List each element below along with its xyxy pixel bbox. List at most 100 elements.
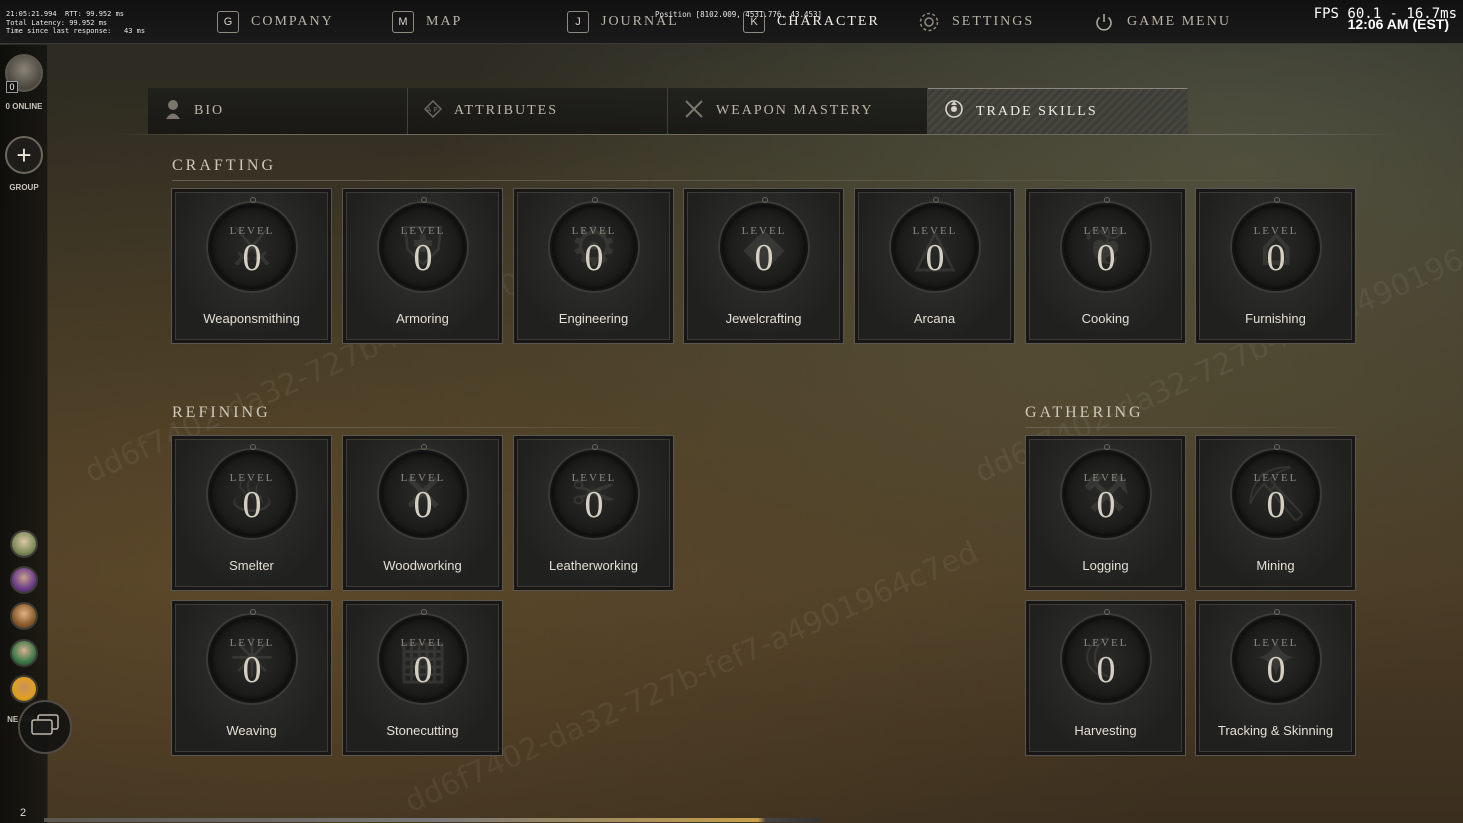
skill-name: Logging bbox=[1082, 558, 1129, 573]
nearby-player-avatar[interactable] bbox=[10, 566, 38, 594]
nav-company[interactable]: G COMPANY bbox=[217, 11, 334, 33]
tab-weapon-mastery[interactable]: WEAPON MASTERY bbox=[668, 88, 928, 134]
section-title-gathering: GATHERING bbox=[1025, 404, 1144, 421]
skill-card-armoring[interactable]: ⛨ LEVEL 0 Armoring bbox=[342, 188, 503, 344]
skill-name: Weaving bbox=[226, 723, 277, 738]
person-icon bbox=[164, 99, 182, 124]
level-medal: ▦ LEVEL 0 bbox=[379, 609, 467, 703]
skill-level: 0 bbox=[1266, 237, 1286, 279]
group-label: GROUP bbox=[9, 183, 39, 192]
crossed-swords-icon bbox=[684, 99, 704, 124]
skill-level: 0 bbox=[413, 484, 433, 526]
level-medal: ⚔ LEVEL 0 bbox=[208, 197, 296, 291]
level-medal: ✂ LEVEL 0 bbox=[550, 444, 638, 538]
skill-level: 0 bbox=[1096, 484, 1116, 526]
position-readout: Position [8102.009, 4531.776, 43.453] bbox=[655, 10, 823, 19]
level-medal: ☾ LEVEL 0 bbox=[1062, 609, 1150, 703]
tab-bio[interactable]: BIO bbox=[148, 88, 408, 134]
skill-card-weaving[interactable]: ✳ LEVEL 0 Weaving bbox=[171, 600, 332, 756]
skill-card-stonecutting[interactable]: ▦ LEVEL 0 Stonecutting bbox=[342, 600, 503, 756]
level-medal: ⚒ LEVEL 0 bbox=[1062, 444, 1150, 538]
nearby-player-avatar[interactable] bbox=[10, 602, 38, 630]
skill-card-arcana[interactable]: △ LEVEL 0 Arcana bbox=[854, 188, 1015, 344]
skill-name: Mining bbox=[1256, 558, 1295, 573]
skill-card-harvesting[interactable]: ☾ LEVEL 0 Harvesting bbox=[1025, 600, 1186, 756]
skill-card-leatherworking[interactable]: ✂ LEVEL 0 Leatherworking bbox=[513, 435, 674, 591]
level-medal: ◆ LEVEL 0 bbox=[720, 197, 808, 291]
tab-trade-skills[interactable]: TRADE SKILLS bbox=[928, 88, 1188, 134]
attributes-icon: AP bbox=[423, 99, 443, 123]
debug-stats: 21:05:21.994 RTT: 99.952 ms Total Latency… bbox=[6, 10, 146, 35]
section-title-refining: REFINING bbox=[172, 404, 271, 421]
skill-card-woodworking[interactable]: ✕ LEVEL 0 Woodworking bbox=[342, 435, 503, 591]
svg-text:AP: AP bbox=[426, 106, 439, 114]
section-title-crafting: CRAFTING bbox=[172, 157, 277, 174]
section-divider bbox=[172, 180, 1352, 181]
tab-divider bbox=[118, 134, 1400, 135]
skill-level: 0 bbox=[242, 237, 262, 279]
trade-skills-icon bbox=[944, 99, 964, 124]
level-medal: ✦ LEVEL 0 bbox=[1232, 609, 1320, 703]
skill-card-cooking[interactable]: ❦ LEVEL 0 Cooking bbox=[1025, 188, 1186, 344]
experience-bar bbox=[44, 818, 820, 822]
nearby-player-avatar[interactable] bbox=[10, 639, 38, 667]
skill-name: Woodworking bbox=[383, 558, 462, 573]
keybind-g: G bbox=[217, 11, 239, 33]
gear-icon bbox=[918, 11, 940, 33]
skill-name: Armoring bbox=[396, 311, 449, 326]
clock: 12:06 AM (EST) bbox=[1347, 16, 1449, 32]
skill-name: Stonecutting bbox=[386, 723, 459, 738]
level-medal: ⛨ LEVEL 0 bbox=[379, 197, 467, 291]
skill-level: 0 bbox=[1096, 649, 1116, 691]
skill-level: 0 bbox=[584, 237, 604, 279]
skill-card-smelter[interactable]: ♨ LEVEL 0 Smelter bbox=[171, 435, 332, 591]
level-medal: ❦ LEVEL 0 bbox=[1062, 197, 1150, 291]
skill-card-furnishing[interactable]: ⌂ LEVEL 0 Furnishing bbox=[1195, 188, 1356, 344]
skill-card-jewelcrafting[interactable]: ◆ LEVEL 0 Jewelcrafting bbox=[683, 188, 844, 344]
skill-level: 0 bbox=[1096, 237, 1116, 279]
nearby-player-avatar[interactable] bbox=[10, 530, 38, 558]
section-divider bbox=[172, 427, 672, 428]
nav-game-menu[interactable]: GAME MENU bbox=[1093, 11, 1231, 33]
level-medal: ♨ LEVEL 0 bbox=[208, 444, 296, 538]
skill-card-tracking-skinning[interactable]: ✦ LEVEL 0 Tracking & Skinning bbox=[1195, 600, 1356, 756]
level-medal: ⛏ LEVEL 0 bbox=[1232, 444, 1320, 538]
skill-level: 0 bbox=[1266, 649, 1286, 691]
skill-level: 0 bbox=[1266, 484, 1286, 526]
skill-name: Furnishing bbox=[1245, 311, 1306, 326]
skill-level: 0 bbox=[413, 237, 433, 279]
level-medal: ⌂ LEVEL 0 bbox=[1232, 197, 1320, 291]
skill-name: Jewelcrafting bbox=[725, 311, 802, 326]
chat-unread-count: 2 bbox=[19, 807, 27, 819]
top-bar: 21:05:21.994 RTT: 99.952 ms Total Latency… bbox=[0, 0, 1463, 44]
online-label: 0 ONLINE bbox=[5, 102, 43, 111]
skill-name: Leatherworking bbox=[549, 558, 638, 573]
skill-level: 0 bbox=[584, 484, 604, 526]
skill-level: 0 bbox=[242, 649, 262, 691]
skill-card-weaponsmithing[interactable]: ⚔ LEVEL 0 Weaponsmithing bbox=[171, 188, 332, 344]
nav-settings[interactable]: SETTINGS bbox=[918, 11, 1034, 33]
nearby-player-avatar[interactable] bbox=[10, 675, 38, 703]
tab-attributes[interactable]: AP ATTRIBUTES bbox=[408, 88, 668, 134]
skill-card-engineering[interactable]: ⚙ LEVEL 0 Engineering bbox=[513, 188, 674, 344]
skill-level: 0 bbox=[925, 237, 945, 279]
skill-name: Arcana bbox=[913, 311, 956, 326]
skill-name: Smelter bbox=[229, 558, 274, 573]
skill-card-logging[interactable]: ⚒ LEVEL 0 Logging bbox=[1025, 435, 1186, 591]
keybind-j: J bbox=[567, 11, 589, 33]
skill-level: 0 bbox=[413, 649, 433, 691]
online-count-badge: 0 bbox=[6, 81, 18, 93]
skill-name: Tracking & Skinning bbox=[1217, 723, 1334, 738]
skill-card-mining[interactable]: ⛏ LEVEL 0 Mining bbox=[1195, 435, 1356, 591]
chat-button[interactable] bbox=[18, 700, 72, 754]
keybind-m: M bbox=[392, 11, 414, 33]
add-group-button[interactable]: + bbox=[5, 136, 43, 174]
nav-map[interactable]: M MAP bbox=[392, 11, 462, 33]
plus-icon: + bbox=[16, 140, 32, 170]
power-icon bbox=[1093, 11, 1115, 33]
skill-name: Harvesting bbox=[1074, 723, 1137, 738]
level-medal: ⚙ LEVEL 0 bbox=[550, 197, 638, 291]
skill-name: Cooking bbox=[1081, 311, 1130, 326]
level-medal: ✕ LEVEL 0 bbox=[379, 444, 467, 538]
level-medal: △ LEVEL 0 bbox=[891, 197, 979, 291]
